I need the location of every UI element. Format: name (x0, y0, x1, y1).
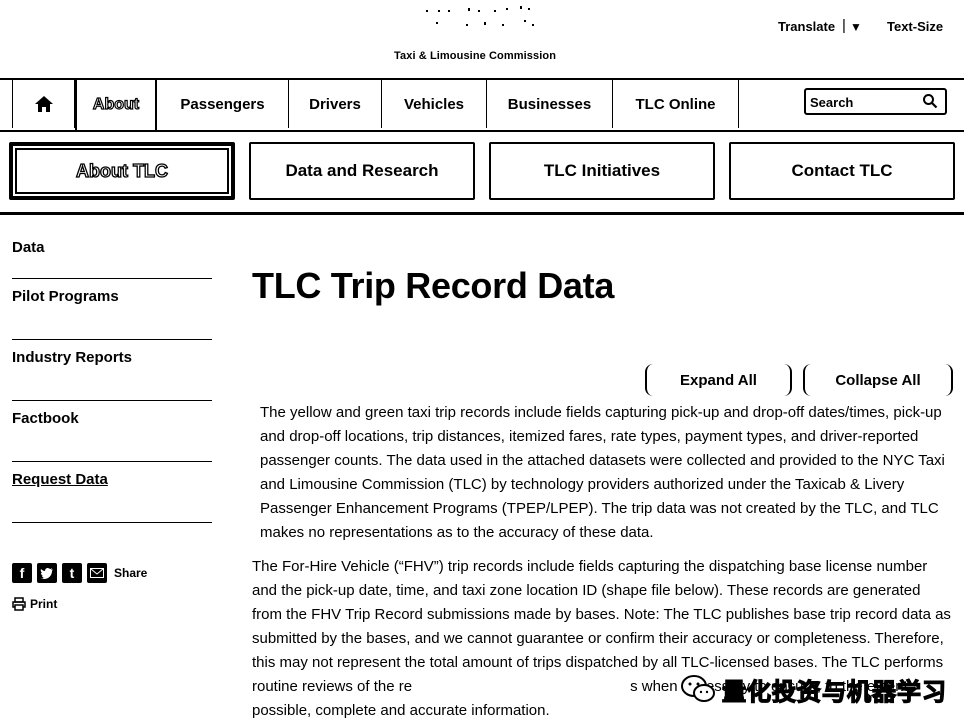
divider: | (842, 17, 846, 34)
tumblr-icon[interactable]: t (62, 563, 82, 583)
facebook-icon[interactable]: f (12, 563, 32, 583)
expand-all-button[interactable]: Expand All (645, 364, 792, 396)
nav-about-label: About (92, 95, 140, 113)
print-link[interactable]: Print (12, 597, 57, 611)
nav-passengers[interactable]: Passengers (157, 80, 289, 128)
printer-icon (12, 597, 26, 611)
search-box (804, 88, 947, 115)
sidebar-item-data[interactable]: Data (12, 230, 212, 279)
collapse-all-button[interactable]: Collapse All (803, 364, 953, 396)
nav-vehicles[interactable]: Vehicles (382, 80, 487, 128)
sidebar-item-factbook[interactable]: Factbook (12, 401, 212, 462)
watermark: 量化投资与机器学习 (680, 668, 962, 710)
subnav-contact[interactable]: Contact TLC (729, 142, 955, 200)
email-icon[interactable] (87, 563, 107, 583)
nav-businesses[interactable]: Businesses (487, 80, 613, 128)
nav-about[interactable]: About (75, 78, 157, 130)
sidebar-item-industry-reports[interactable]: Industry Reports (12, 340, 212, 401)
divider (0, 212, 964, 215)
intro-paragraph: The yellow and green taxi trip records i… (260, 404, 945, 541)
nav-tlc-online[interactable]: TLC Online (613, 80, 739, 128)
sidebar-item-request-data[interactable]: Request Data (12, 462, 212, 523)
sidebar: Data Pilot Programs Industry Reports Fac… (12, 230, 212, 523)
subnav-initiatives[interactable]: TLC Initiatives (489, 142, 715, 200)
subnav-about-tlc[interactable]: About TLC (9, 142, 235, 200)
search-icon[interactable] (922, 93, 938, 109)
twitter-icon[interactable] (37, 563, 57, 583)
wechat-icon (681, 675, 715, 702)
watermark-text: 量化投资与机器学习 (721, 678, 947, 706)
agency-name: Taxi & Limousine Commission (394, 50, 557, 62)
chevron-down-icon[interactable]: ▼ (850, 20, 862, 34)
subnav-data-research[interactable]: Data and Research (249, 142, 475, 200)
subnav-about-tlc-label: About TLC (75, 160, 168, 181)
page-title: TLC Trip Record Data (252, 265, 615, 306)
sidebar-item-pilot-programs[interactable]: Pilot Programs (12, 279, 212, 340)
search-input[interactable] (810, 93, 920, 111)
nav-home[interactable] (12, 80, 75, 128)
home-icon (34, 96, 53, 112)
translate-link[interactable]: Translate (778, 19, 835, 34)
text-size-link[interactable]: Text-Size (887, 19, 943, 34)
nav-drivers[interactable]: Drivers (289, 80, 382, 128)
share-bar: f t Share (12, 563, 147, 583)
nyc-logo (426, 6, 534, 26)
share-label[interactable]: Share (114, 566, 147, 580)
print-label: Print (30, 597, 58, 611)
